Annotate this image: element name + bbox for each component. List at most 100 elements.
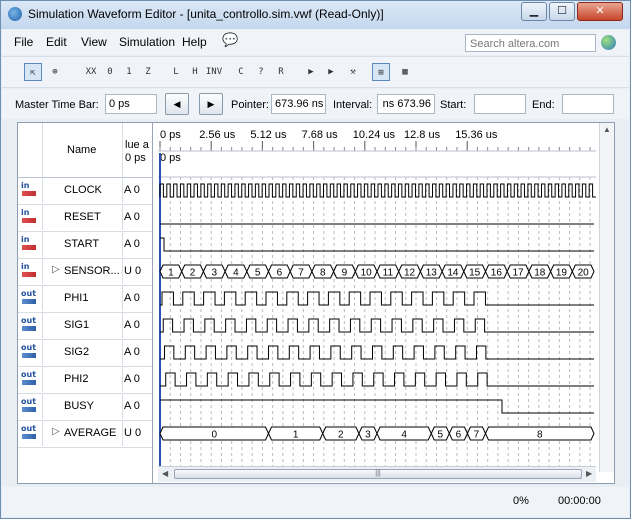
bus-value-label: 6 xyxy=(277,268,283,279)
input-pin-icon: in xyxy=(18,177,43,203)
signal-name-cell: PHI2 xyxy=(43,366,123,392)
bus-value-label: 5 xyxy=(255,268,261,279)
status-bar: 0% 00:00:00 xyxy=(2,487,629,517)
bus-value-label: 9 xyxy=(342,268,348,279)
bus-value-label: 2 xyxy=(190,268,196,279)
count-value-icon[interactable]: C xyxy=(232,63,250,81)
expand-icon[interactable]: ▷ xyxy=(52,426,60,437)
time-axis-label: 5.12 us xyxy=(250,129,287,141)
time-marker-label: 0 ps xyxy=(160,152,181,164)
force-unknown-icon[interactable]: XX xyxy=(82,63,100,81)
signal-row[interactable]: out SIG2 A 0 xyxy=(18,339,152,367)
bus-value-label: 13 xyxy=(426,268,438,279)
window-title: Simulation Waveform Editor - [unita_cont… xyxy=(28,7,384,21)
grid-icon[interactable]: ▦ xyxy=(396,63,414,81)
generate-netlist-icon[interactable]: ⚒ xyxy=(344,63,362,81)
signal-name-cell: START xyxy=(43,231,123,257)
signal-row[interactable]: in RESET A 0 xyxy=(18,204,152,232)
force-low-icon[interactable]: 0 xyxy=(101,63,119,81)
minimize-icon[interactable]: ▁ xyxy=(521,2,547,21)
globe-icon[interactable] xyxy=(601,35,616,50)
value-column-header[interactable]: lue a 0 ps xyxy=(123,123,152,178)
dont-care-icon[interactable]: ? xyxy=(252,63,270,81)
signal-value: A 0 xyxy=(124,346,140,358)
name-column-header[interactable]: Name xyxy=(43,123,123,178)
waveform-canvas[interactable]: 0 ps 2.56 us 5.12 us 7.68 us 10.24 us 12.8 us… xyxy=(158,123,596,472)
signal-name-cell: ▷ AVERAGE xyxy=(43,420,123,446)
end-input[interactable] xyxy=(562,94,614,114)
signal-row[interactable]: out BUSY A 0 xyxy=(18,393,152,421)
signal-name-cell: SIG2 xyxy=(43,339,123,365)
scroll-thumb[interactable]: ||| xyxy=(174,469,582,479)
vertical-scrollbar[interactable]: ▲ xyxy=(599,123,614,472)
waveform-phi2 xyxy=(160,372,594,387)
bus-value-label: 7 xyxy=(298,268,304,279)
signal-row[interactable]: out PHI2 A 0 xyxy=(18,366,152,394)
snap-to-grid-icon[interactable]: ⊞ xyxy=(372,63,390,81)
value-header-line1: lue a xyxy=(125,139,149,151)
signal-value: U 0 xyxy=(124,265,142,277)
signal-name: PHI1 xyxy=(64,292,89,304)
signal-row[interactable]: in CLOCK A 0 xyxy=(18,177,152,205)
signal-name-cell: SIG1 xyxy=(43,312,123,338)
menu-view[interactable]: View xyxy=(81,35,107,49)
bus-value-label: 14 xyxy=(447,268,459,279)
waveform-sig1 xyxy=(160,318,594,333)
start-input[interactable] xyxy=(474,94,526,114)
menu-file[interactable]: File xyxy=(14,35,33,49)
next-transition-button[interactable]: ▶ xyxy=(199,93,223,115)
random-value-icon[interactable]: R xyxy=(272,63,290,81)
time-axis-label: 15.36 us xyxy=(455,129,498,141)
master-time-input[interactable]: 0 ps xyxy=(105,94,157,114)
bus-value-label: 18 xyxy=(534,268,546,279)
end-label: End: xyxy=(532,99,555,111)
output-pin-icon: out xyxy=(18,393,43,419)
expand-icon[interactable]: ▷ xyxy=(52,264,60,275)
weak-low-icon[interactable]: L xyxy=(167,63,185,81)
run-timing-simulation-icon[interactable]: ▶ xyxy=(322,63,340,81)
bus-value-label: 8 xyxy=(320,268,326,279)
interval-label: Interval: xyxy=(333,99,373,111)
zoom-tool-icon[interactable]: ⊕ xyxy=(46,63,64,81)
scroll-up-icon[interactable]: ▲ xyxy=(603,125,611,134)
input-pin-icon: in xyxy=(18,231,43,257)
horizontal-scrollbar[interactable]: ◀ ||| ▶ xyxy=(158,466,596,482)
run-functional-simulation-icon[interactable]: ▶ xyxy=(302,63,320,81)
scroll-right-icon[interactable]: ▶ xyxy=(586,469,592,478)
force-high-impedance-icon[interactable]: Z xyxy=(139,63,157,81)
close-icon[interactable]: ✕ xyxy=(577,2,623,21)
output-pin-icon: out xyxy=(18,420,43,446)
signal-row[interactable]: in ▷ SENSOR... U 0 xyxy=(18,258,152,286)
menu-simulation[interactable]: Simulation xyxy=(119,35,175,49)
signal-value: A 0 xyxy=(124,373,140,385)
bus-value-label: 10 xyxy=(361,268,373,279)
bus-value-label: 4 xyxy=(401,430,407,441)
select-tool-icon[interactable]: ⇱ xyxy=(24,63,42,81)
signal-row[interactable]: in START A 0 xyxy=(18,231,152,259)
force-high-icon[interactable]: 1 xyxy=(120,63,138,81)
signal-name: SENSOR... xyxy=(64,265,120,277)
maximize-icon[interactable]: ☐ xyxy=(549,2,575,21)
interval-value: 673.96 ns xyxy=(377,94,435,114)
signal-name: SIG2 xyxy=(64,346,90,358)
previous-transition-button[interactable]: ◀ xyxy=(165,93,189,115)
bus-value-label: 6 xyxy=(456,430,462,441)
search-input[interactable]: Search altera.com xyxy=(465,34,596,52)
weak-high-icon[interactable]: H xyxy=(186,63,204,81)
signal-list: Name lue a 0 ps in CLOCK A 0 in RESET A 0 in ST… xyxy=(18,123,153,483)
chat-icon[interactable]: 💬 xyxy=(222,32,238,48)
menu-help[interactable]: Help xyxy=(182,35,207,49)
invert-icon[interactable]: INV xyxy=(205,63,223,81)
bus-value-label: 12 xyxy=(404,268,416,279)
output-pin-icon: out xyxy=(18,339,43,365)
value-header-line2: 0 ps xyxy=(125,152,146,164)
start-label: Start: xyxy=(440,99,467,111)
bus-value-label: 3 xyxy=(365,430,371,441)
waveform-clock xyxy=(159,183,596,198)
menu-edit[interactable]: Edit xyxy=(46,35,67,49)
signal-row[interactable]: out ▷ AVERAGE U 0 xyxy=(18,420,152,448)
signal-row[interactable]: out PHI1 A 0 xyxy=(18,285,152,313)
scroll-left-icon[interactable]: ◀ xyxy=(162,469,168,478)
signal-row[interactable]: out SIG1 A 0 xyxy=(18,312,152,340)
icon-column-header xyxy=(18,123,43,178)
